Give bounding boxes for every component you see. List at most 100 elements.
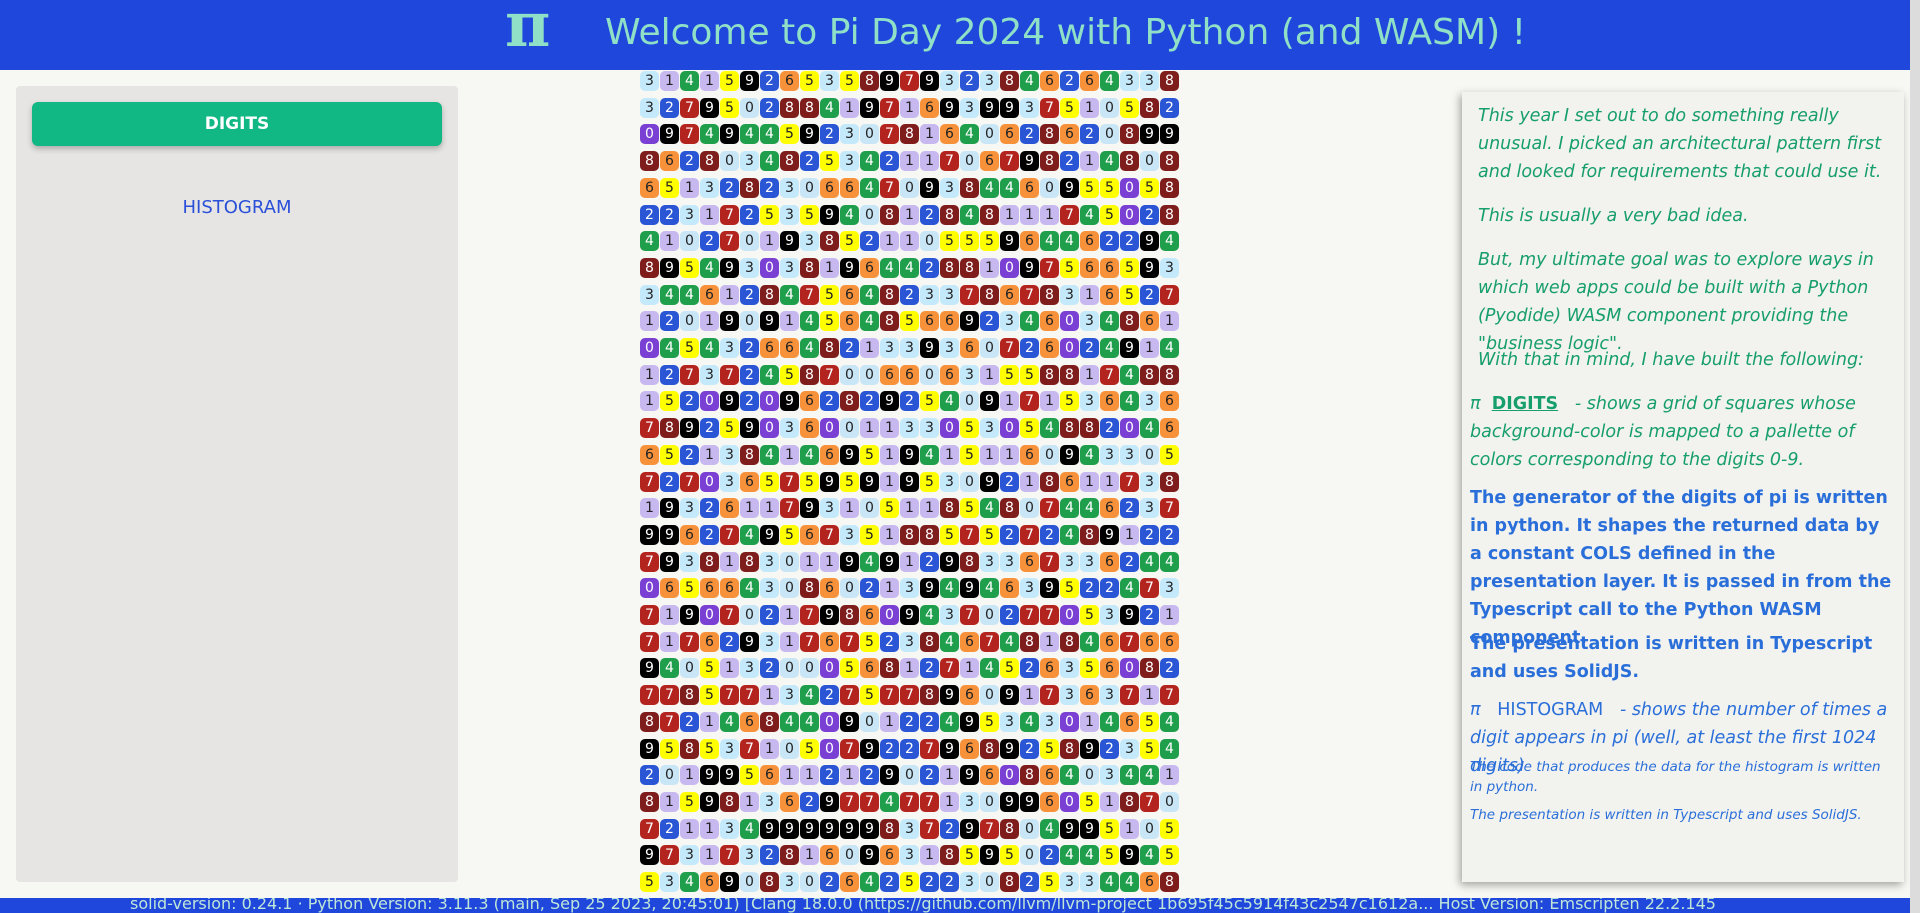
- digit-cell: 1: [880, 231, 899, 252]
- digit-cell: 5: [1140, 711, 1159, 732]
- digit-cell: 4: [660, 284, 679, 305]
- digit-cell: 7: [840, 791, 859, 812]
- digit-cell: 3: [640, 284, 659, 305]
- digit-cell: 7: [1100, 364, 1119, 385]
- digit-cell: 2: [900, 284, 919, 305]
- digit-cell: 2: [940, 872, 959, 892]
- digit-cell: 3: [740, 845, 759, 866]
- digit-cell: 1: [1080, 284, 1099, 305]
- digit-cell: 6: [1040, 791, 1059, 812]
- digit-cell: 1: [800, 765, 819, 786]
- digit-cell: 9: [860, 97, 879, 118]
- digit-cell: 0: [960, 471, 979, 492]
- digit-cell: 3: [960, 97, 979, 118]
- presentation-paragraph: The presentation is written in Typescrip…: [1470, 634, 1873, 682]
- digit-cell: 3: [1020, 97, 1039, 118]
- scrollbar[interactable]: [1910, 0, 1920, 913]
- digit-cell: 3: [940, 605, 959, 625]
- histogram-button[interactable]: HISTOGRAM: [32, 186, 442, 230]
- digit-cell: 3: [1140, 391, 1159, 412]
- digit-cell: 9: [700, 765, 719, 786]
- digit-cell: 2: [760, 177, 779, 198]
- digit-cell: 9: [820, 791, 839, 812]
- digit-cell: 4: [720, 711, 739, 732]
- digit-cell: 2: [820, 124, 839, 145]
- digit-cell: 8: [780, 97, 799, 118]
- digit-cell: 1: [940, 791, 959, 812]
- digit-cell: 0: [1080, 765, 1099, 786]
- digit-cell: 9: [740, 631, 759, 652]
- digit-cell: 5: [1120, 284, 1139, 305]
- digit-cell: 5: [1100, 818, 1119, 839]
- digit-cell: 6: [1060, 471, 1079, 492]
- digit-cell: 9: [720, 391, 739, 412]
- digit-cell: 9: [880, 765, 899, 786]
- digit-cell: 3: [720, 338, 739, 358]
- digit-cell: 6: [860, 257, 879, 278]
- digit-cell: 5: [820, 284, 839, 305]
- digit-cell: 1: [680, 765, 699, 786]
- digit-cell: 4: [1140, 765, 1159, 786]
- digit-cell: 4: [860, 311, 879, 332]
- digit-cell: 8: [1000, 818, 1019, 839]
- digit-cell: 3: [1080, 391, 1099, 412]
- digit-cell: 6: [720, 578, 739, 599]
- digit-cell: 8: [1120, 311, 1139, 332]
- digit-cell: 0: [1000, 257, 1019, 278]
- digit-cell: 9: [860, 471, 879, 492]
- digits-link[interactable]: DIGITS: [1492, 394, 1558, 414]
- digit-cell: 9: [800, 498, 819, 519]
- digit-cell: 3: [1160, 257, 1179, 278]
- digit-cell: 3: [1160, 578, 1179, 599]
- digit-cell: 7: [1020, 524, 1039, 545]
- digit-cell: 0: [1120, 658, 1139, 679]
- digit-cell: 3: [720, 738, 739, 759]
- digit-cell: 1: [1040, 391, 1059, 412]
- digit-cell: 9: [660, 498, 679, 519]
- digit-cell: 5: [960, 231, 979, 252]
- digit-cell: 9: [700, 791, 719, 812]
- digit-cell: 7: [640, 471, 659, 492]
- digit-cell: 0: [840, 845, 859, 866]
- digit-cell: 0: [980, 872, 999, 892]
- digit-cell: 5: [680, 791, 699, 812]
- digit-cell: 3: [820, 71, 839, 91]
- digits-button[interactable]: DIGITS: [32, 102, 442, 146]
- digit-cell: 2: [1060, 71, 1079, 91]
- digit-cell: 6: [1080, 257, 1099, 278]
- digit-cell: 3: [1000, 311, 1019, 332]
- digit-cell: 1: [720, 551, 739, 572]
- digit-cell: 8: [680, 738, 699, 759]
- histogram-link[interactable]: HISTOGRAM: [1497, 700, 1603, 720]
- digit-cell: 3: [880, 338, 899, 358]
- digit-cell: 9: [780, 231, 799, 252]
- digit-cell: 9: [1120, 605, 1139, 625]
- digit-cell: 7: [1040, 685, 1059, 706]
- digit-cell: 5: [1080, 791, 1099, 812]
- digit-cell: 1: [1000, 444, 1019, 465]
- digit-cell: 3: [920, 418, 939, 439]
- digit-cell: 5: [660, 444, 679, 465]
- digit-cell: 3: [900, 578, 919, 599]
- digit-cell: 4: [980, 177, 999, 198]
- digit-cell: 9: [860, 738, 879, 759]
- digit-cell: 4: [1020, 311, 1039, 332]
- generator-paragraph: The generator of the digits of pi is wri…: [1470, 488, 1892, 648]
- digits-grid: 3141592653589793238462643383279502884197…: [640, 71, 1280, 898]
- digit-cell: 8: [1140, 364, 1159, 385]
- digit-cell: 7: [900, 71, 919, 91]
- digit-cell: 1: [720, 284, 739, 305]
- digit-cell: 4: [1160, 711, 1179, 732]
- digit-cell: 7: [840, 685, 859, 706]
- digit-cell: 0: [780, 578, 799, 599]
- digit-cell: 7: [1000, 338, 1019, 358]
- digit-cell: 0: [760, 418, 779, 439]
- digit-cell: 6: [1100, 284, 1119, 305]
- digit-cell: 3: [940, 71, 959, 91]
- digit-cell: 3: [780, 418, 799, 439]
- digit-cell: 0: [1060, 338, 1079, 358]
- digit-cell: 9: [660, 257, 679, 278]
- digit-cell: 6: [1100, 257, 1119, 278]
- digit-cell: 2: [820, 685, 839, 706]
- digit-cell: 3: [740, 257, 759, 278]
